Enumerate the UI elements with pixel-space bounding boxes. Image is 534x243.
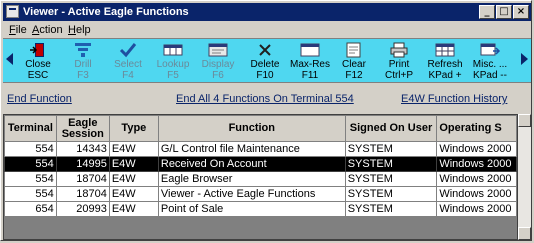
menu-action[interactable]: Action xyxy=(32,23,63,37)
menu-file[interactable]: File xyxy=(9,23,27,37)
table-row[interactable]: 554 14343 E4W G/L Control file Maintenan… xyxy=(4,141,517,157)
cell-session: 14343 xyxy=(55,141,110,157)
cell-type: E4W xyxy=(108,156,159,172)
function-history-link[interactable]: E4W Function History xyxy=(401,93,507,105)
delete-x-icon xyxy=(259,44,271,56)
cell-os: Windows 2000 xyxy=(436,201,517,217)
refresh-tool-button[interactable]: Refresh KPad + xyxy=(423,40,467,82)
cell-type: E4W xyxy=(108,171,159,187)
cell-session: 20993 xyxy=(55,201,110,217)
menu-help[interactable]: Help xyxy=(68,23,91,37)
printer-icon xyxy=(390,42,408,58)
delete-tool-button[interactable]: Delete F10 xyxy=(243,40,287,82)
toolbar: Close ESC Drill F3 Select F4 Lookup F5 D… xyxy=(3,38,531,83)
cell-function: Point of Sale xyxy=(157,201,346,217)
cell-type: E4W xyxy=(108,141,159,157)
cell-user: SYSTEM xyxy=(344,141,438,157)
col-header-eagle-session[interactable]: Eagle Session xyxy=(55,115,110,142)
cell-function: Received On Account xyxy=(157,156,346,172)
lookup-grid-icon xyxy=(163,44,183,56)
drill-tool-button[interactable]: Drill F3 xyxy=(61,40,105,82)
end-function-link[interactable]: End Function xyxy=(7,93,72,105)
cell-user: SYSTEM xyxy=(344,156,438,172)
cell-os: Windows 2000 xyxy=(436,156,517,172)
table-row[interactable]: 554 18704 E4W Eagle Browser SYSTEM Windo… xyxy=(4,171,517,187)
misc-window-icon xyxy=(480,43,501,56)
minimize-button[interactable]: _ xyxy=(479,5,495,19)
exit-door-icon xyxy=(30,43,44,57)
display-tool-button[interactable]: Display F6 xyxy=(196,40,240,82)
maximize-button[interactable]: □ xyxy=(496,5,512,19)
cell-type: E4W xyxy=(108,201,159,217)
print-tool-button[interactable]: Print Ctrl+P xyxy=(377,40,421,82)
cell-terminal: 654 xyxy=(4,201,57,217)
scroll-up-button[interactable] xyxy=(518,114,531,127)
cell-session: 18704 xyxy=(55,171,110,187)
refresh-grid-icon xyxy=(435,43,455,57)
title-bar[interactable]: Viewer - Active Eagle Functions _ □ × xyxy=(3,3,531,21)
cell-terminal: 554 xyxy=(4,186,57,202)
display-window-icon xyxy=(208,43,228,57)
cell-type: E4W xyxy=(108,186,159,202)
col-header-type[interactable]: Type xyxy=(108,115,159,142)
table-row[interactable]: 654 20993 E4W Point of Sale SYSTEM Windo… xyxy=(4,201,517,217)
checkmark-icon xyxy=(119,43,137,58)
cell-os: Windows 2000 xyxy=(436,141,517,157)
misc-tool-button[interactable]: Misc. ... KPad -- xyxy=(468,40,512,82)
col-header-terminal[interactable]: Terminal xyxy=(4,115,57,142)
cell-user: SYSTEM xyxy=(344,201,438,217)
functions-table: Terminal Eagle Session Type Function Sig… xyxy=(4,115,517,217)
select-tool-button[interactable]: Select F4 xyxy=(106,40,150,82)
cell-user: SYSTEM xyxy=(344,171,438,187)
lookup-tool-button[interactable]: Lookup F5 xyxy=(151,40,195,82)
cell-terminal: 554 xyxy=(4,156,57,172)
col-header-function[interactable]: Function xyxy=(157,115,346,142)
table-row-selected[interactable]: 554 14995 E4W Received On Account SYSTEM… xyxy=(4,156,517,172)
viewer-window: Viewer - Active Eagle Functions _ □ × Fi… xyxy=(0,0,532,241)
cell-session: 14995 xyxy=(55,156,110,172)
vertical-scrollbar[interactable] xyxy=(518,114,531,240)
app-icon xyxy=(6,5,19,18)
end-all-functions-link[interactable]: End All 4 Functions On Terminal 554 xyxy=(176,93,354,105)
maximize-window-icon xyxy=(300,43,320,57)
cell-terminal: 554 xyxy=(4,171,57,187)
max-res-tool-button[interactable]: Max-Res F11 xyxy=(288,40,332,82)
header-row: Terminal Eagle Session Type Function Sig… xyxy=(4,115,517,142)
table-row[interactable]: 554 18704 E4W Viewer - Active Eagle Func… xyxy=(4,186,517,202)
cell-session: 18704 xyxy=(55,186,110,202)
clear-page-icon xyxy=(346,42,361,58)
col-header-signed-on-user[interactable]: Signed On User xyxy=(344,115,438,142)
cell-terminal: 554 xyxy=(4,141,57,157)
cell-function: Viewer - Active Eagle Functions xyxy=(157,186,346,202)
cell-os: Windows 2000 xyxy=(436,186,517,202)
cell-function: Eagle Browser xyxy=(157,171,346,187)
funnel-icon xyxy=(75,43,91,57)
window-title: Viewer - Active Eagle Functions xyxy=(23,6,189,18)
menu-bar: File Action Help xyxy=(3,22,531,38)
action-links: End Function End All 4 Functions On Term… xyxy=(3,91,531,107)
col-header-operating-system[interactable]: Operating S xyxy=(436,115,517,142)
cell-os: Windows 2000 xyxy=(436,171,517,187)
cell-function: G/L Control file Maintenance xyxy=(157,141,346,157)
clear-tool-button[interactable]: Clear F12 xyxy=(332,40,376,82)
scroll-right-arrow-icon[interactable] xyxy=(521,53,528,65)
scroll-down-button[interactable] xyxy=(518,227,531,240)
cell-user: SYSTEM xyxy=(344,186,438,202)
functions-grid: Terminal Eagle Session Type Function Sig… xyxy=(3,114,518,240)
close-tool-button[interactable]: Close ESC xyxy=(16,40,60,82)
close-button[interactable]: × xyxy=(513,5,529,19)
